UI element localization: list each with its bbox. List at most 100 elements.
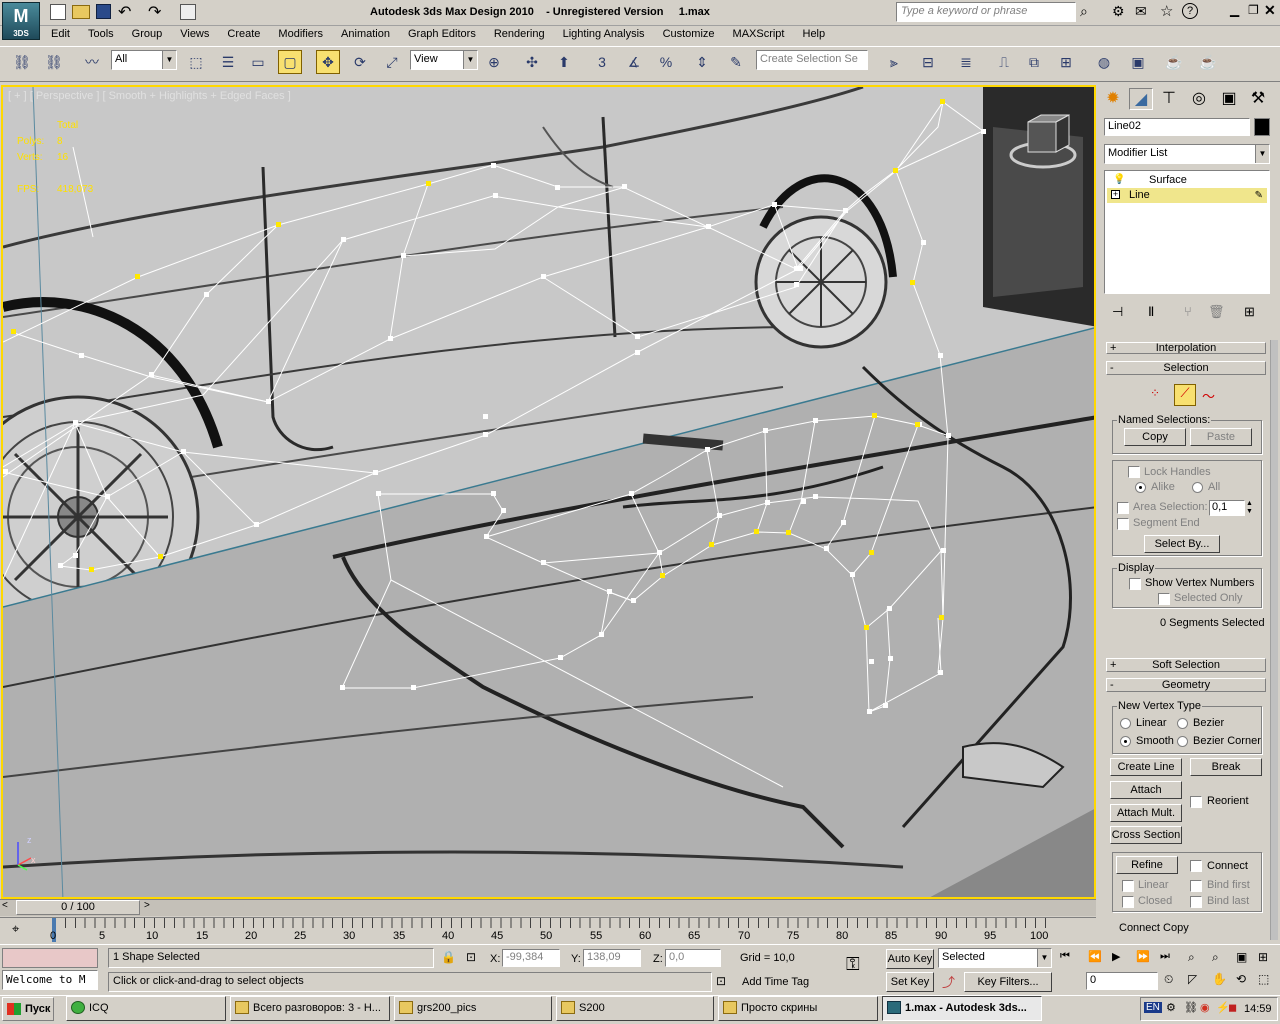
reference-coord-dropdown[interactable]: View ▼	[410, 50, 478, 70]
zoom-extents-icon[interactable]: ▣	[1236, 950, 1247, 964]
window-crossing-icon[interactable]: ▢	[278, 50, 302, 74]
viewport-perspective[interactable]: [ + ] [ Perspective ] [ Smooth + Highlig…	[1, 85, 1096, 899]
all-radio[interactable]	[1192, 482, 1203, 493]
selection-filter-dropdown[interactable]: All ▼	[111, 50, 177, 70]
time-slider-thumb[interactable]: 0 / 100	[16, 900, 140, 915]
maximize-viewport-icon[interactable]: ⬚	[1258, 972, 1269, 986]
select-and-rotate-icon[interactable]: ⟳	[348, 50, 372, 74]
select-and-move-icon[interactable]: ✥	[316, 50, 340, 74]
remove-modifier-icon[interactable]: 🗑	[1208, 304, 1225, 320]
language-indicator[interactable]: EN	[1144, 1002, 1162, 1013]
undo-icon[interactable]: ↶	[118, 2, 131, 22]
selection-lock-icon[interactable]: 🔒	[441, 950, 456, 964]
tray-chain-icon[interactable]: ⛓	[1184, 1001, 1198, 1014]
modify-tab-icon[interactable]: ◢	[1129, 88, 1153, 110]
time-slider-track[interactable]	[0, 899, 1096, 916]
task-screenshots[interactable]: Просто скрины	[718, 996, 878, 1021]
rendered-frame-window-icon[interactable]: ▣	[1126, 50, 1150, 74]
schematic-view-icon[interactable]: ⧉	[1022, 50, 1046, 74]
render-production-icon[interactable]: ☕	[1162, 50, 1186, 74]
go-to-end-icon[interactable]: ⏭	[1160, 950, 1170, 963]
show-end-result-icon[interactable]: Ⅱ	[1148, 304, 1154, 320]
rectangular-selection-icon[interactable]: ▭	[246, 50, 270, 74]
absolute-mode-icon[interactable]: ⊡	[466, 950, 476, 964]
menu-views[interactable]: Views	[171, 27, 218, 45]
motion-tab-icon[interactable]: ◎	[1187, 88, 1211, 110]
lightbulb-icon[interactable]: 💡	[1113, 173, 1125, 187]
current-frame-field[interactable]: 0	[1086, 972, 1158, 990]
go-to-start-icon[interactable]: ⏮	[1060, 950, 1070, 963]
add-time-tag-button[interactable]: Add Time Tag	[742, 976, 809, 988]
bezier-radio[interactable]	[1177, 718, 1188, 729]
material-editor-icon[interactable]: ⊞	[1054, 50, 1078, 74]
binoculars-icon[interactable]: ⌕	[1080, 3, 1088, 20]
select-object-icon[interactable]: ⬚	[184, 50, 208, 74]
edit-named-selection-icon[interactable]: ✎	[724, 50, 748, 74]
paste-button[interactable]: Paste	[1190, 428, 1252, 446]
quick-access-open-icon[interactable]	[72, 5, 90, 19]
spline-mode-icon[interactable]: 〜	[1202, 386, 1215, 405]
menu-customize[interactable]: Customize	[654, 27, 724, 45]
refine-button[interactable]: Refine	[1116, 856, 1178, 874]
linear-radio[interactable]	[1120, 718, 1131, 729]
pivot-center-icon[interactable]: ⊕	[482, 50, 506, 74]
menu-create[interactable]: Create	[218, 27, 269, 45]
select-by-button[interactable]: Select By...	[1144, 535, 1220, 553]
curve-editor-mini-icon[interactable]: ⌖	[12, 921, 19, 937]
task-icq[interactable]: ICQ	[66, 996, 226, 1021]
maxscript-listener-pink[interactable]	[2, 948, 98, 968]
object-name-field[interactable]: Line02	[1104, 118, 1250, 136]
align-icon[interactable]: ⊟	[916, 50, 940, 74]
panel-scrollbar[interactable]	[1270, 340, 1278, 940]
show-vertex-numbers-checkbox[interactable]	[1129, 578, 1141, 590]
zoom-all-icon[interactable]: ⌕	[1212, 950, 1219, 965]
render-iterative-icon[interactable]: ☕	[1196, 50, 1220, 74]
segment-mode-icon[interactable]: ⟋	[1174, 384, 1196, 406]
time-slider-prev-icon[interactable]: <	[2, 900, 8, 911]
utilities-tab-icon[interactable]: ⚒	[1246, 88, 1270, 110]
viewport-label[interactable]: [ + ] [ Perspective ] [ Smooth + Highlig…	[8, 90, 291, 102]
zoom-icon[interactable]: ⌕	[1188, 950, 1195, 965]
subscription-icon[interactable]: ⚙	[1112, 3, 1125, 20]
rollout-interpolation[interactable]: + Interpolation	[1106, 342, 1266, 354]
named-selection-set-dropdown[interactable]: Create Selection Se	[756, 50, 868, 70]
select-by-name-icon[interactable]: ☰	[216, 50, 240, 74]
play-icon[interactable]: ▶	[1112, 950, 1120, 963]
menu-graph-editors[interactable]: Graph Editors	[399, 27, 485, 45]
app-logo[interactable]: M 3DS	[2, 2, 40, 40]
previous-frame-icon[interactable]: ⏪	[1088, 950, 1102, 963]
segment-end-checkbox[interactable]	[1117, 518, 1129, 530]
area-selection-input[interactable]: 0,1	[1209, 500, 1245, 516]
make-unique-icon[interactable]: ⑂	[1184, 304, 1192, 319]
close-icon[interactable]: ✕	[1264, 2, 1276, 19]
rollout-geometry[interactable]: - Geometry	[1106, 678, 1266, 692]
task-3dsmax[interactable]: 1.max - Autodesk 3ds...	[882, 996, 1042, 1021]
time-slider-next-icon[interactable]: >	[144, 900, 150, 911]
lock-handles-checkbox[interactable]	[1128, 466, 1140, 478]
configure-sets-icon[interactable]: ⊞	[1244, 304, 1255, 320]
angle-snap-icon[interactable]: ∡	[622, 50, 646, 74]
tray-media-icon[interactable]: ◼	[1228, 1001, 1237, 1014]
select-manipulate-icon[interactable]: ✣	[520, 50, 544, 74]
reorient-checkbox[interactable]	[1190, 796, 1202, 808]
task-conversations[interactable]: Всего разговоров: 3 - Н...	[230, 996, 390, 1021]
favorites-star-icon[interactable]: ☆	[1160, 2, 1173, 20]
auto-key-button[interactable]: Auto Key	[886, 949, 934, 969]
time-tag-icon[interactable]: ⊡	[716, 974, 726, 988]
pan-icon[interactable]: ✋	[1212, 972, 1227, 986]
area-spinner-icon[interactable]: ▲ ▼	[1246, 500, 1253, 516]
attach-mult-button[interactable]: Attach Mult.	[1110, 804, 1182, 822]
time-configuration-icon[interactable]: ⏲	[1164, 972, 1173, 987]
display-tab-icon[interactable]: ▣	[1217, 88, 1241, 110]
communication-icon[interactable]: ✉	[1135, 3, 1147, 20]
smooth-radio[interactable]	[1120, 736, 1131, 747]
field-of-view-icon[interactable]: ◸	[1188, 972, 1197, 986]
bind-last-checkbox[interactable]	[1190, 896, 1202, 908]
menu-lighting-analysis[interactable]: Lighting Analysis	[554, 27, 654, 45]
maximize-icon[interactable]: ❐	[1248, 3, 1259, 17]
stack-item-line[interactable]: + Line ✎	[1107, 188, 1267, 203]
unlink-icon[interactable]: ⛓	[42, 50, 66, 74]
orbit-icon[interactable]: ⟲	[1236, 972, 1246, 986]
menu-help[interactable]: Help	[794, 27, 835, 45]
pin-stack-icon[interactable]: ⊣	[1112, 304, 1123, 320]
